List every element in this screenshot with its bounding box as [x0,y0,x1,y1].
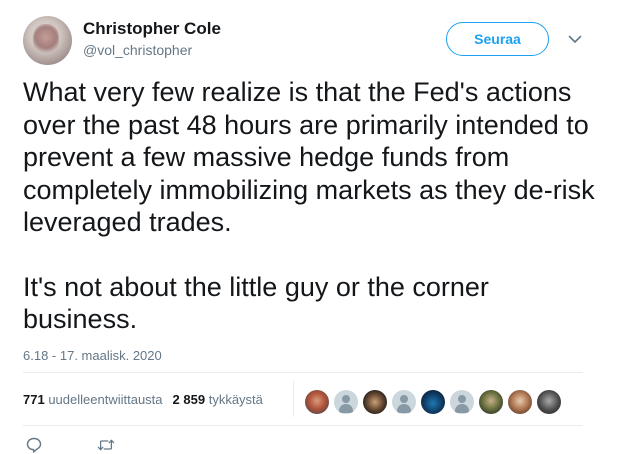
retweet-icon[interactable] [97,436,115,454]
liker-avatar[interactable] [392,390,416,414]
liker-avatar[interactable] [537,390,561,414]
likes-stat[interactable]: 2 859 tykkäystä [173,392,263,407]
tweet-actions [25,436,115,454]
retweets-count: 771 [23,392,45,407]
tweet-stats: 771 uudelleentwiittausta 2 859 tykkäystä [23,392,263,407]
divider [23,425,583,426]
follow-button[interactable]: Seuraa [446,22,549,56]
likes-label: tykkäystä [208,392,263,407]
liker-avatar[interactable] [334,390,358,414]
liker-avatar[interactable] [450,390,474,414]
reply-icon[interactable] [25,436,43,454]
liker-avatar[interactable] [508,390,532,414]
tweet-text: What very few realize is that the Fed's … [23,76,603,336]
retweets-label: uudelleentwiittausta [48,392,163,407]
liker-avatar[interactable] [363,390,387,414]
stats-separator [293,381,294,417]
likes-count: 2 859 [172,392,206,407]
retweets-stat[interactable]: 771 uudelleentwiittausta [23,392,163,407]
liker-avatar[interactable] [479,390,503,414]
avatar[interactable] [23,16,72,65]
tweet-paragraph: It's not about the little guy or the cor… [23,271,489,335]
liker-avatar[interactable] [305,390,329,414]
author-name[interactable]: Christopher Cole [83,19,221,39]
likers-avatars [305,390,566,414]
author-handle[interactable]: @vol_christopher [83,42,192,58]
divider [23,372,583,373]
chevron-down-icon[interactable] [566,30,584,48]
tweet-paragraph: What very few realize is that the Fed's … [23,77,595,237]
tweet-timestamp[interactable]: 6.18 - 17. maalisk. 2020 [23,348,162,363]
liker-avatar[interactable] [421,390,445,414]
